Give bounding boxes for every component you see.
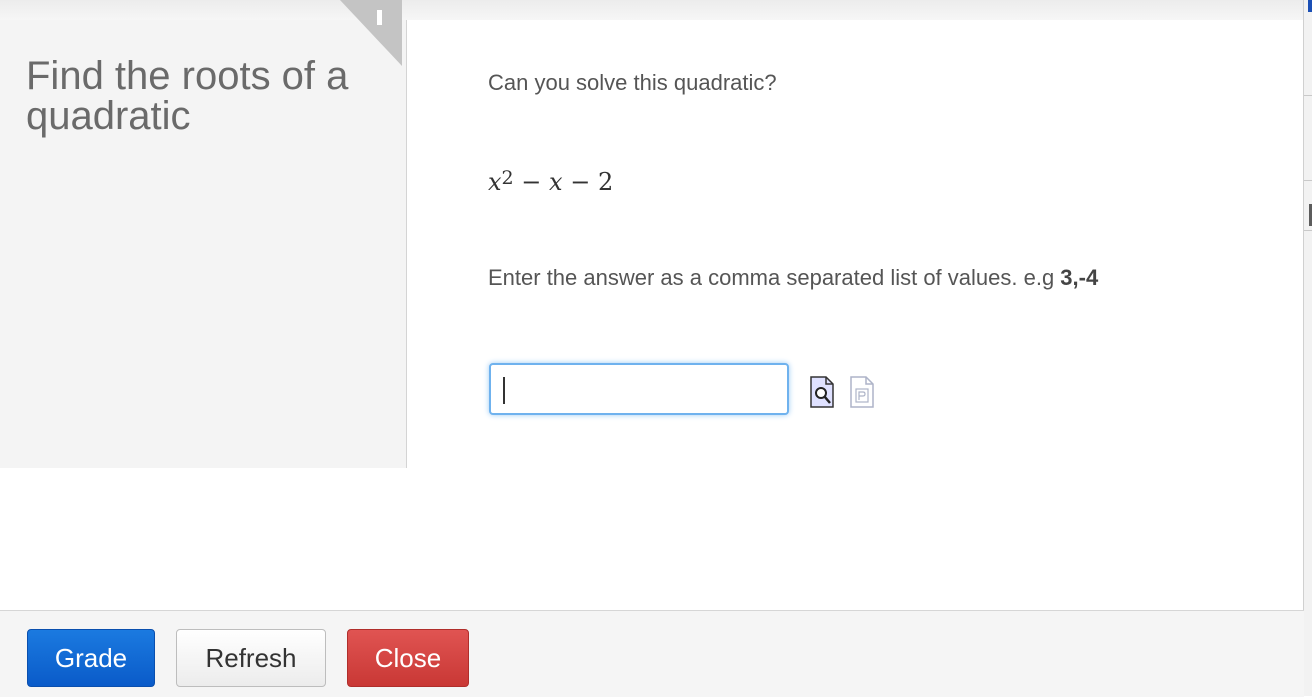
close-button[interactable]: Close <box>347 629 469 687</box>
page-title: Find the roots of a quadratic <box>26 54 349 138</box>
sidebar: Find the roots of a quadratic <box>0 0 407 468</box>
question-prompt: Can you solve this quadratic? <box>488 70 777 95</box>
refresh-button[interactable]: Refresh <box>176 629 326 687</box>
paste-icon[interactable] <box>850 376 874 408</box>
top-strip <box>0 0 1304 20</box>
example-answer: 3,-4 <box>1060 265 1099 290</box>
collapse-sidebar-button[interactable] <box>340 0 402 66</box>
text-cursor <box>503 377 505 404</box>
footer-toolbar: Grade Refresh Close <box>0 610 1304 697</box>
grade-button[interactable]: Grade <box>27 629 155 687</box>
instruction-text: Enter the answer as a comma separated li… <box>488 265 1099 290</box>
window-right-edge <box>1303 0 1312 696</box>
answer-input[interactable] <box>489 363 789 415</box>
equation: x2 − x − 2 <box>488 167 614 196</box>
question-panel: Can you solve this quadratic? x2 − x − 2… <box>407 20 1303 610</box>
minus-icon <box>377 10 382 25</box>
preview-icon[interactable] <box>810 376 834 408</box>
